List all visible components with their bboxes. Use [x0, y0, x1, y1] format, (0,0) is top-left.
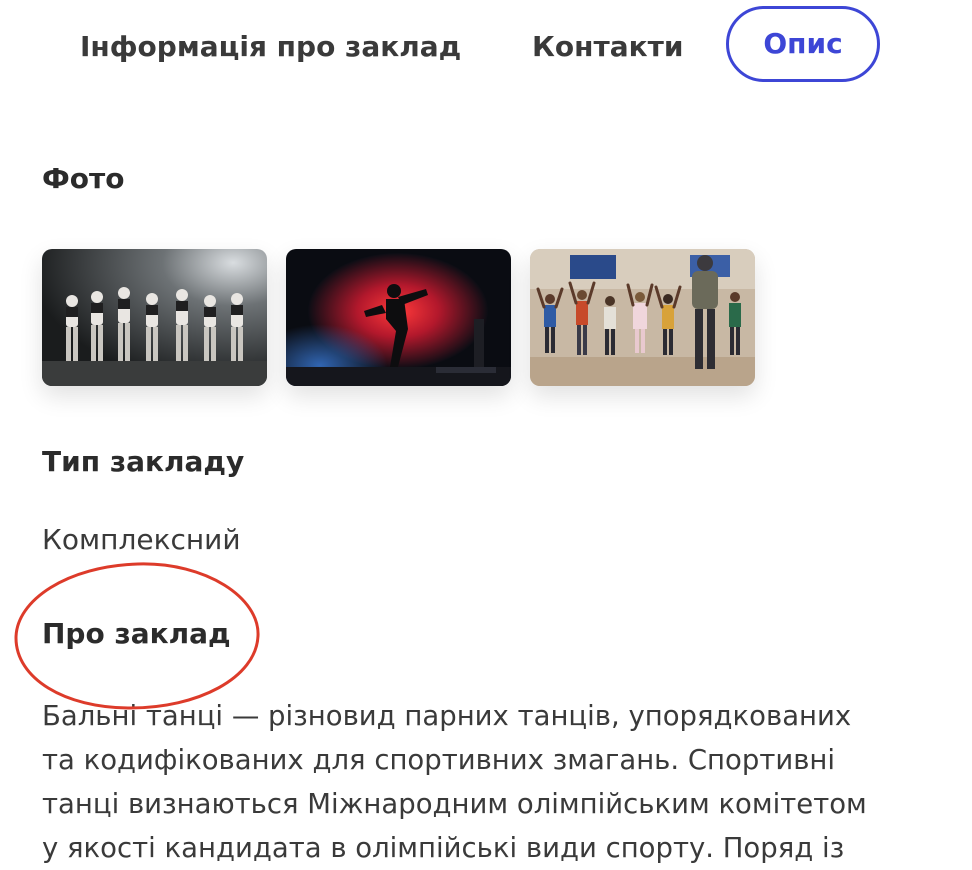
establishment-type-value: Комплексний [42, 523, 241, 556]
tab-establishment-info[interactable]: Інформація про заклад [80, 30, 461, 64]
breakdancer-stage-photo-icon [286, 249, 511, 386]
about-heading: Про заклад [42, 617, 231, 650]
dance-group-photo-icon [42, 249, 267, 386]
photos-heading: Фото [42, 162, 125, 195]
photo-kids-dance-class[interactable] [530, 249, 755, 386]
about-line: у якості кандидата в олімпійські види сп… [42, 832, 845, 864]
establishment-type-heading: Тип закладу [42, 445, 245, 478]
tab-contacts[interactable]: Контакти [532, 30, 683, 64]
about-line: та кодифікованих для спортивних змагань.… [42, 744, 836, 776]
kids-dance-class-photo-icon [530, 249, 755, 386]
about-line: Бальні танці — різновид парних танців, у… [42, 700, 852, 732]
about-description: Бальні танці — різновид парних танців, у… [42, 694, 942, 870]
tab-bar: Інформація про заклад Контакти Опис [0, 0, 972, 96]
tab-description[interactable]: Опис [726, 6, 880, 82]
photo-dance-group[interactable] [42, 249, 267, 386]
photo-breakdancer[interactable] [286, 249, 511, 386]
about-line: танці визнаються Міжнародним олімпійськи… [42, 788, 867, 820]
